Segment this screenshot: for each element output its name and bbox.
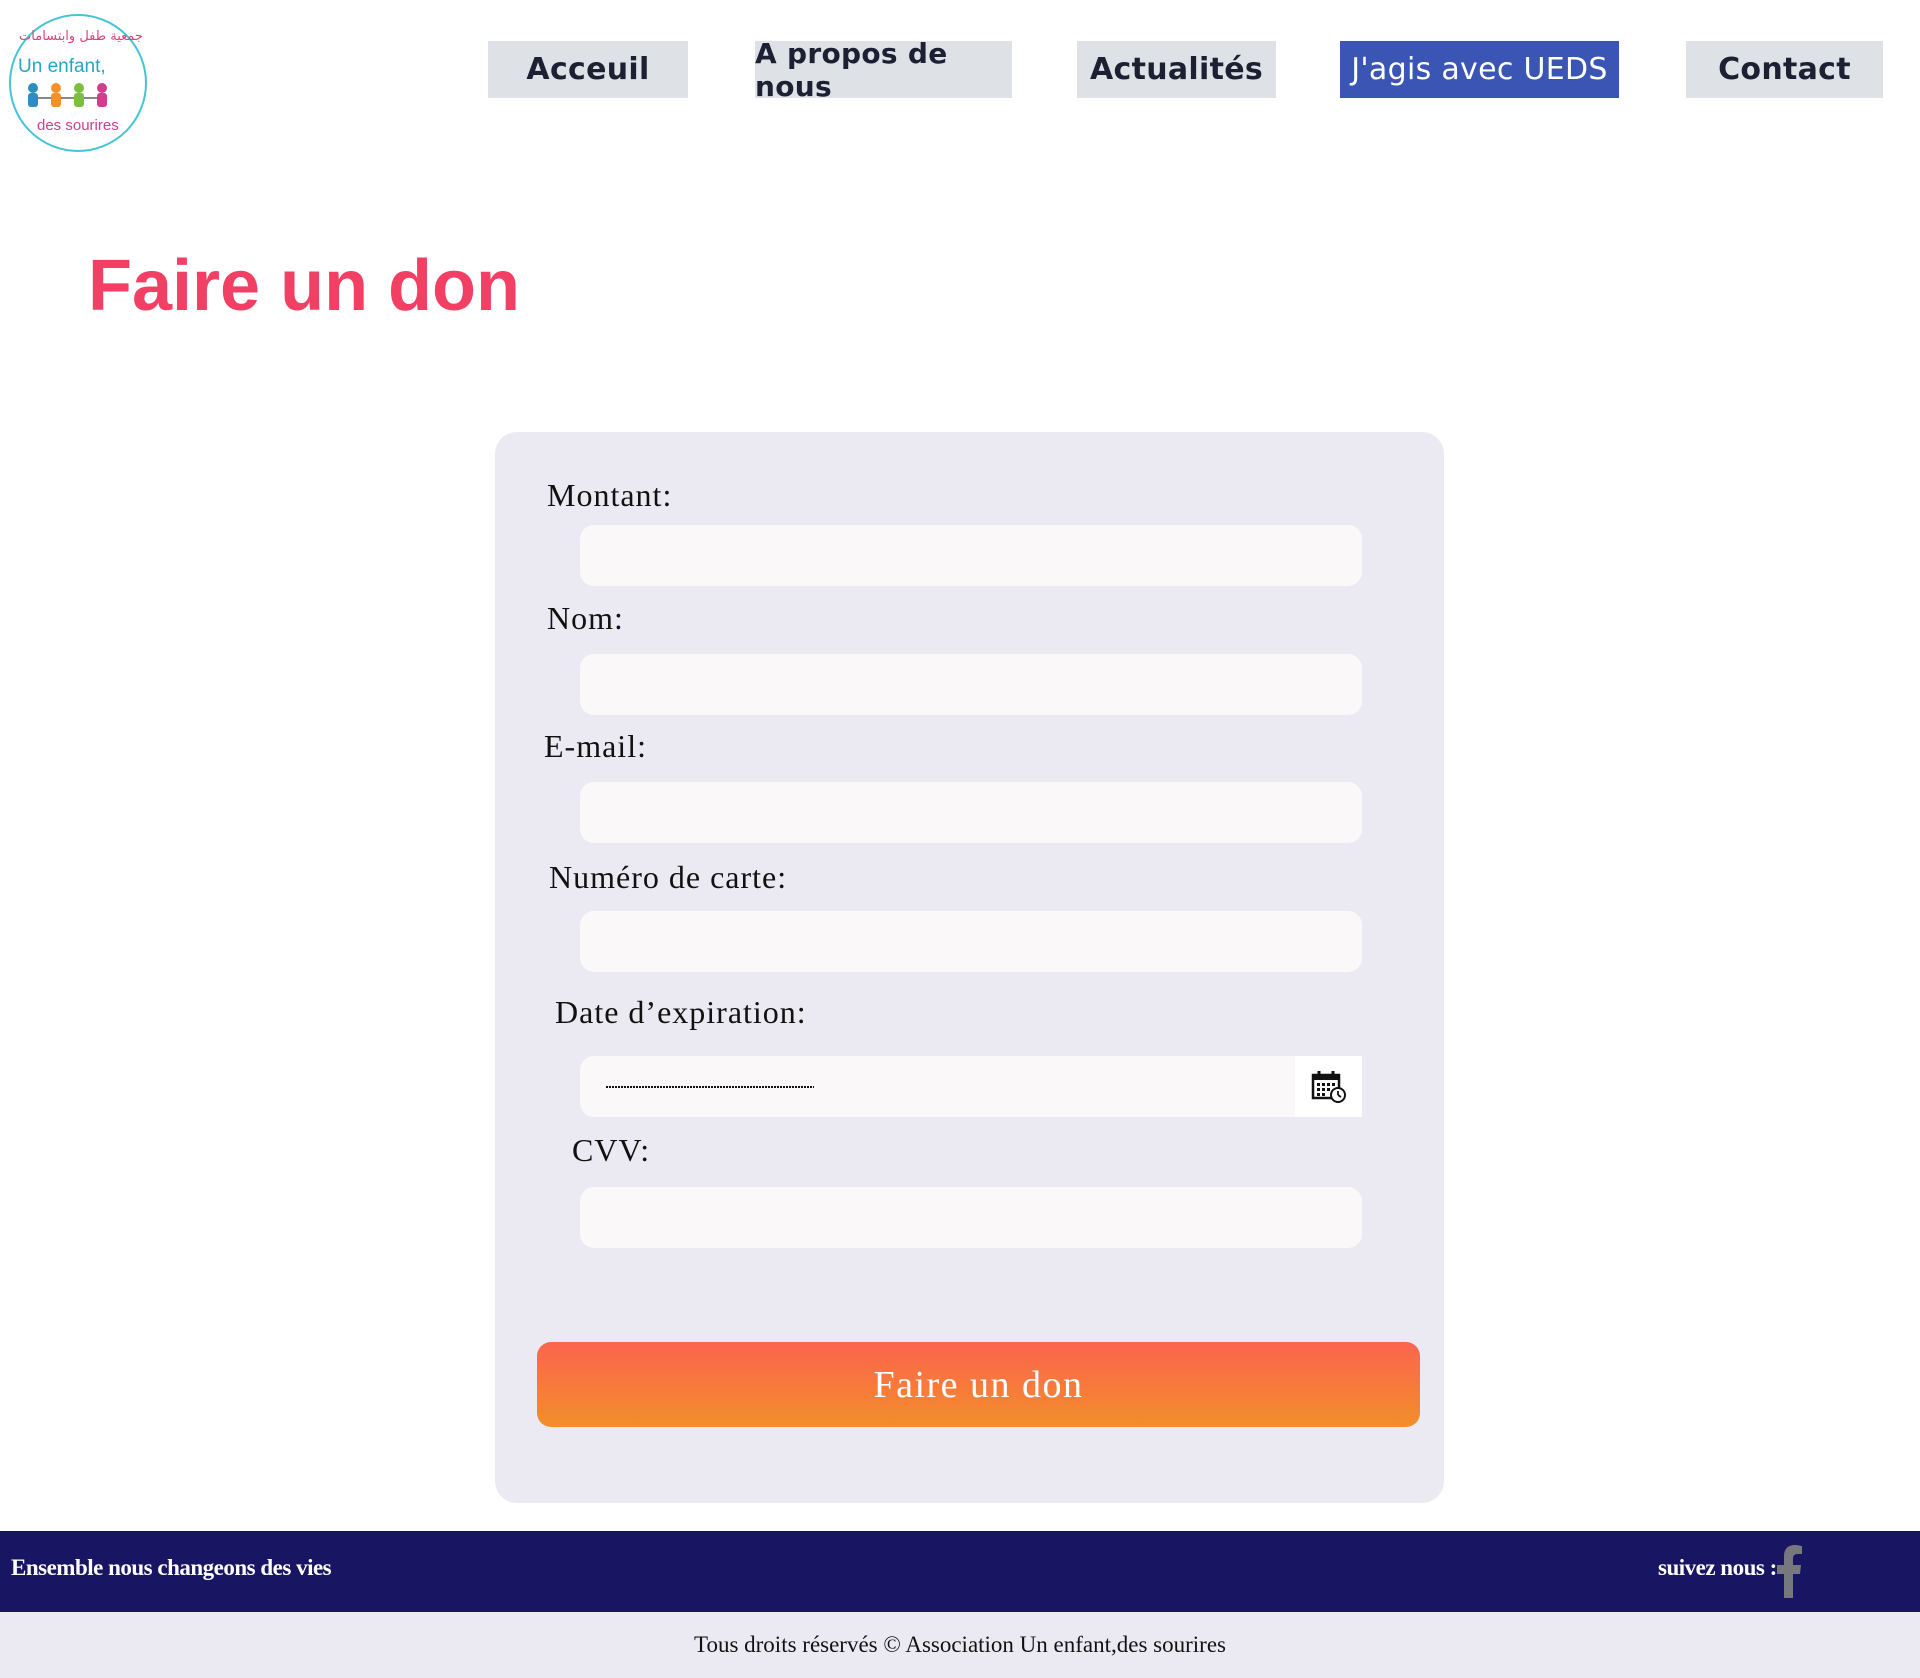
facebook-icon[interactable] (1776, 1544, 1802, 1598)
copyright-text: Tous droits réservés © Association Un en… (694, 1632, 1226, 1657)
amount-label: Montant: (547, 477, 673, 513)
site-logo[interactable]: جمعية طفل وابتسامات Un enfant, des souri… (9, 14, 147, 152)
footer-bottom: Tous droits réservés © Association Un en… (0, 1612, 1920, 1678)
card-number-label: Numéro de carte: (549, 859, 788, 895)
logo-graphic: جمعية طفل وابتسامات Un enfant, des souri… (18, 29, 143, 134)
footer-tagline: Ensemble nous changeons des vies (11, 1555, 332, 1580)
nav-jagis-avec-ueds[interactable]: J'agis avec UEDS (1340, 41, 1619, 98)
footer-bar: Ensemble nous changeons des vies suivez … (0, 1531, 1920, 1612)
expiry-date-label: Date d’expiration: (555, 994, 807, 1030)
name-input[interactable] (580, 654, 1362, 715)
cvv-input[interactable] (580, 1187, 1362, 1248)
card-number-input[interactable] (580, 911, 1362, 972)
svg-text:des sourires: des sourires (37, 117, 119, 134)
nav-actualites[interactable]: Actualités (1077, 41, 1276, 98)
donate-button[interactable]: Faire un don (537, 1342, 1420, 1427)
nav-a-propos[interactable]: A propos de nous (755, 37, 1012, 103)
cvv-label: CVV: (572, 1132, 651, 1168)
expiry-date-input[interactable] (580, 1056, 1362, 1117)
children-figures-icon (28, 83, 107, 107)
nav-contact[interactable]: Contact (1686, 41, 1883, 98)
calendar-picker-button[interactable] (1295, 1056, 1362, 1117)
date-placeholder-dashes (606, 1086, 814, 1088)
donation-form: Montant: Nom: E-mail: Numéro de carte: D… (495, 432, 1444, 1503)
email-label: E-mail: (544, 728, 647, 764)
amount-input[interactable] (580, 525, 1362, 586)
nav-acceuil[interactable]: Acceuil (488, 41, 688, 98)
svg-text:Un enfant,: Un enfant, (18, 56, 106, 77)
name-label: Nom: (547, 600, 624, 636)
calendar-icon (1311, 1070, 1346, 1103)
email-input[interactable] (580, 782, 1362, 843)
follow-us-label: suivez nous : (1658, 1555, 1777, 1580)
svg-text:جمعية طفل وابتسامات: جمعية طفل وابتسامات (19, 29, 143, 44)
page-title: Faire un don (88, 246, 520, 326)
